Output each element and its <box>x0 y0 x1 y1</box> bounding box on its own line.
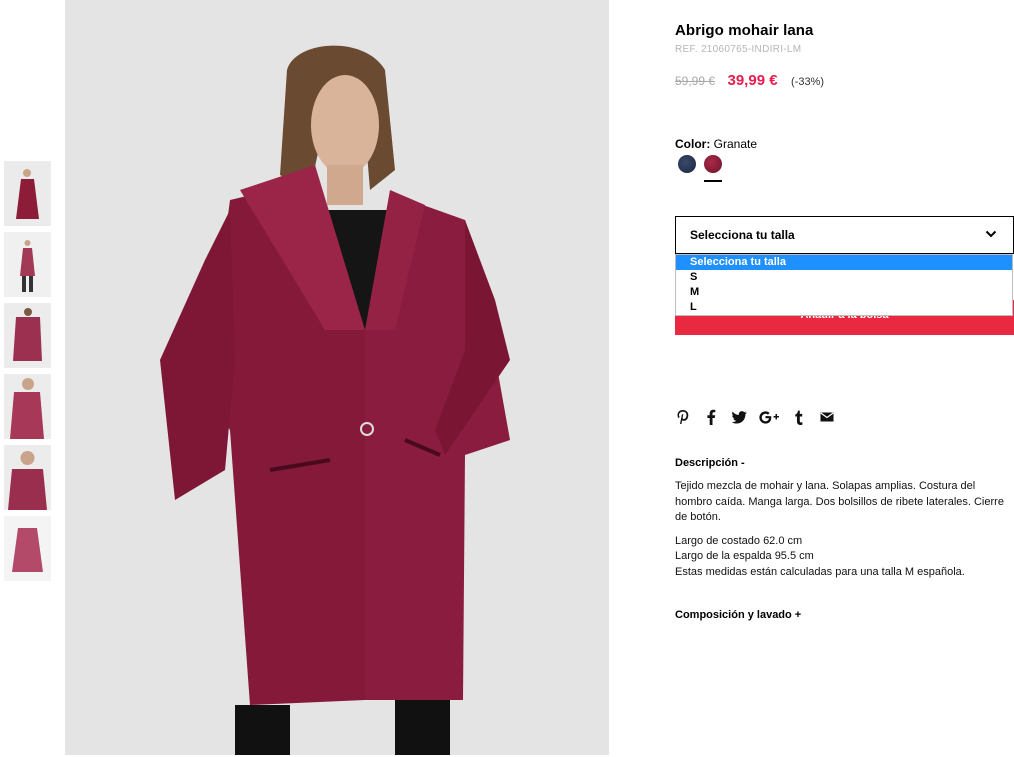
thumbnail-1[interactable] <box>4 161 51 226</box>
twitter-icon[interactable] <box>731 409 747 425</box>
color-label: Color: <box>675 137 711 151</box>
size-option-m[interactable]: M <box>676 285 1012 300</box>
size-option-l[interactable]: L <box>676 300 1012 315</box>
share-icons <box>675 409 847 425</box>
size-select[interactable]: Selecciona tu talla <box>675 216 1014 254</box>
size-dropdown-list: Selecciona tu talla S M L <box>675 254 1013 316</box>
price-row: 59,99 € 39,99 € (-33%) <box>675 72 824 90</box>
product-main-image <box>65 0 609 755</box>
product-title: Abrigo mohair lana <box>675 22 814 39</box>
discount-badge: (-33%) <box>791 76 825 88</box>
old-price: 59,99 € <box>675 74 716 88</box>
thumbnail-3[interactable] <box>4 303 51 368</box>
color-label-row: Color: Granate <box>675 137 757 151</box>
measure-line-1: Largo de costado 62.0 cm <box>675 534 803 547</box>
email-icon[interactable] <box>819 409 835 425</box>
facebook-icon[interactable] <box>703 409 719 425</box>
size-option-placeholder[interactable]: Selecciona tu talla <box>676 255 1012 270</box>
thumbnail-list <box>4 161 51 587</box>
google-plus-icon[interactable] <box>759 409 779 425</box>
thumbnail-6[interactable] <box>4 516 51 581</box>
color-swatch-granate[interactable] <box>704 155 722 173</box>
chevron-down-icon <box>985 230 997 238</box>
thumbnail-4[interactable] <box>4 374 51 439</box>
measure-line-2: Largo de la espalda 95.5 cm <box>675 550 814 562</box>
thumbnail-2[interactable] <box>4 232 51 297</box>
size-select-label: Selecciona tu talla <box>690 228 795 242</box>
product-reference: REF. 21060765-INDIRI-LM <box>675 44 802 55</box>
tumblr-icon[interactable] <box>791 409 807 425</box>
sale-price: 39,99 € <box>727 72 778 89</box>
measure-line-3: Estas medidas están calculadas para una … <box>675 565 965 578</box>
size-option-s[interactable]: S <box>676 270 1012 285</box>
description-body: Tejido mezcla de mohair y lana. Solapas … <box>675 479 1014 580</box>
selected-swatch-indicator <box>704 180 722 182</box>
description-text: Tejido mezcla de mohair y lana. Solapas … <box>675 480 1004 523</box>
thumbnail-5[interactable] <box>4 445 51 510</box>
color-value: Granate <box>713 137 758 151</box>
color-swatch-navy[interactable] <box>678 155 696 173</box>
description-heading[interactable]: Descripción - <box>675 457 745 469</box>
pinterest-icon[interactable] <box>675 409 691 425</box>
composition-heading[interactable]: Composición y lavado + <box>675 609 801 621</box>
